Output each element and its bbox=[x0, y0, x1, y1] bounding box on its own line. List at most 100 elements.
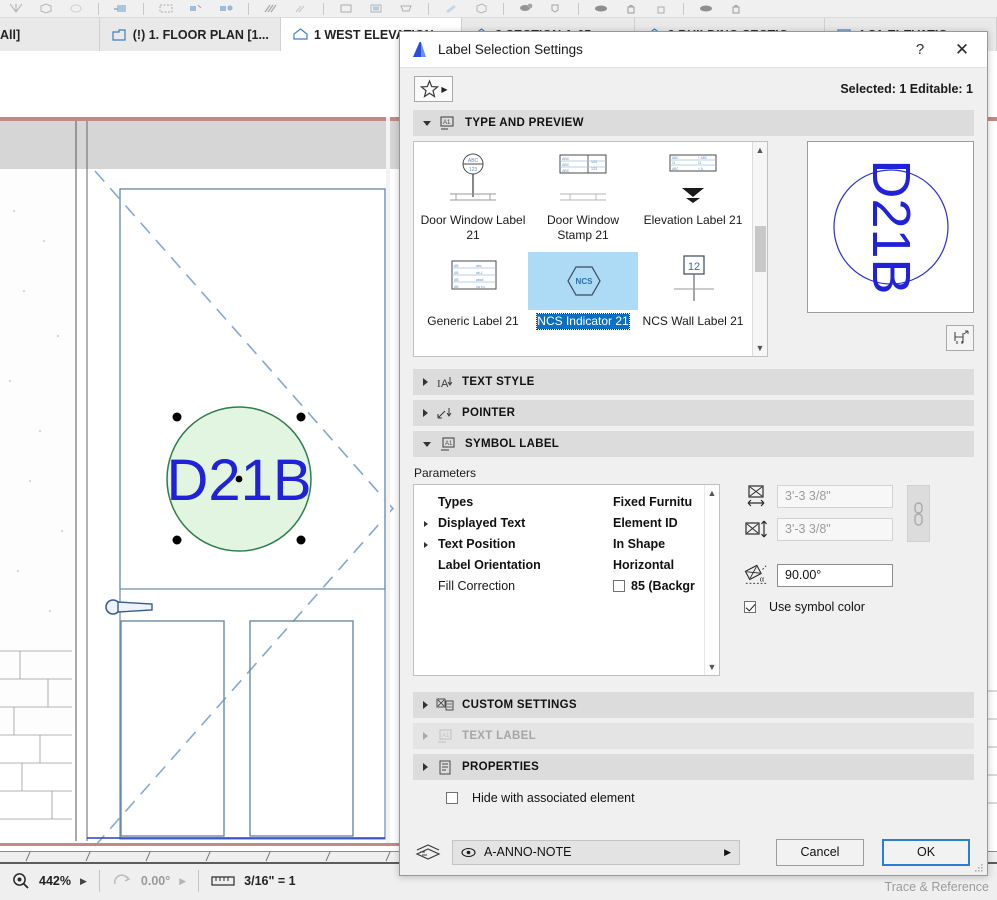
use-symbol-color-checkbox[interactable] bbox=[744, 601, 756, 613]
chevron-right-icon[interactable]: ▶ bbox=[724, 847, 731, 858]
label-type-ncs-wall-label[interactable]: 12 NCS Wall Label 21 bbox=[638, 249, 748, 350]
svg-text:abc: abc bbox=[476, 264, 482, 268]
resize-grip-icon[interactable] bbox=[974, 863, 984, 873]
cube-icon[interactable] bbox=[473, 3, 489, 14]
section-symbol-label[interactable]: A1 SYMBOL LABEL bbox=[413, 431, 974, 457]
marquee-icon[interactable] bbox=[158, 3, 174, 14]
expander-icon[interactable] bbox=[414, 537, 438, 551]
custom-settings-icon bbox=[436, 698, 454, 713]
ncs-wall-label-icon: 12 bbox=[638, 252, 748, 310]
label-type-name: NCS Wall Label 21 bbox=[643, 314, 744, 329]
expander-icon[interactable] bbox=[414, 516, 438, 530]
properties-icon bbox=[436, 760, 454, 775]
svg-text:AB: AB bbox=[454, 271, 459, 275]
symbol-height-input[interactable] bbox=[777, 518, 893, 541]
symbol-width-input[interactable] bbox=[777, 485, 893, 508]
svg-text:+ ABC: + ABC bbox=[698, 156, 708, 160]
parameter-name: Text Position bbox=[438, 537, 613, 551]
label-type-door-window-label[interactable]: ABC 123 Door Window Label 21 bbox=[418, 148, 528, 249]
svg-text:ab-1: ab-1 bbox=[476, 271, 483, 275]
refresh-shield-icon[interactable] bbox=[548, 3, 564, 14]
tab-all[interactable]: All] bbox=[0, 18, 100, 51]
section-pointer[interactable]: POINTER bbox=[413, 400, 974, 426]
label-type-scrollbar[interactable]: ▲ ▼ bbox=[752, 142, 767, 356]
zoom-control[interactable]: 442% ▶ bbox=[0, 866, 99, 896]
parameter-row[interactable]: Types Fixed Furnitu bbox=[414, 491, 704, 512]
unlock-icon[interactable] bbox=[653, 3, 669, 14]
use-symbol-color-row[interactable]: Use symbol color bbox=[744, 600, 974, 614]
section-properties[interactable]: PROPERTIES bbox=[413, 754, 974, 780]
zoom-in-icon[interactable] bbox=[218, 3, 234, 14]
label-type-ncs-indicator[interactable]: NCS NCS Indicator 21 bbox=[528, 249, 638, 350]
lock2-icon[interactable] bbox=[728, 3, 744, 14]
orientation-control[interactable]: 0.00° ▶ bbox=[100, 866, 198, 896]
section-text-style[interactable]: IA TEXT STYLE bbox=[413, 369, 974, 395]
scrollbar-thumb[interactable] bbox=[755, 226, 766, 272]
fill-correction-checkbox[interactable] bbox=[613, 580, 625, 592]
zoom-out-icon[interactable] bbox=[188, 3, 204, 14]
hide-with-element-row[interactable]: Hide with associated element bbox=[446, 791, 987, 805]
svg-text:A1: A1 bbox=[443, 120, 451, 126]
cart-icon[interactable] bbox=[398, 3, 414, 14]
trace-reference-label[interactable]: Trace & Reference bbox=[885, 880, 989, 894]
cancel-button[interactable]: Cancel bbox=[776, 839, 864, 866]
hatch2-icon[interactable] bbox=[293, 3, 309, 14]
layers-panel-icon[interactable] bbox=[113, 3, 129, 14]
section-label: CUSTOM SETTINGS bbox=[462, 699, 577, 711]
section-type-and-preview[interactable]: A1 TYPE AND PREVIEW bbox=[413, 110, 974, 136]
ellipse-icon[interactable] bbox=[68, 3, 84, 14]
ok-button[interactable]: OK bbox=[882, 839, 970, 866]
label-type-list[interactable]: ABC 123 Door Window Label 21 bbox=[413, 141, 768, 357]
door-window-stamp-icon: ABC ABC ABC 123 123 bbox=[528, 151, 638, 209]
label-type-door-window-stamp[interactable]: ABC ABC ABC 123 123 Door Window Stamp 21 bbox=[528, 148, 638, 249]
hatch-icon[interactable] bbox=[263, 3, 279, 14]
dialog-titlebar[interactable]: Label Selection Settings ? ✕ bbox=[400, 32, 987, 68]
archicad-window: All] (!) 1. FLOOR PLAN [1... 1 WEST ELEV… bbox=[0, 0, 997, 899]
orientation-dropdown-arrow[interactable]: ▶ bbox=[179, 876, 186, 887]
parameter-value: Horizontal bbox=[613, 558, 674, 572]
scroll-down-icon[interactable]: ▼ bbox=[708, 662, 717, 672]
oval-icon[interactable] bbox=[593, 3, 609, 14]
oval2-icon[interactable] bbox=[698, 3, 714, 14]
close-button[interactable]: ✕ bbox=[941, 33, 983, 67]
parameter-row[interactable]: Displayed Text Element ID bbox=[414, 512, 704, 533]
label-type-elevation-label[interactable]: ABC 11 ABC + ABC 11 + A Elevation Label … bbox=[638, 148, 748, 249]
symbol-height-icon bbox=[744, 517, 768, 541]
scroll-up-icon[interactable]: ▲ bbox=[756, 145, 765, 155]
parameter-row[interactable]: Fill Correction 85 (Backgr bbox=[414, 575, 704, 596]
parameter-row[interactable]: Label Orientation Horizontal bbox=[414, 554, 704, 575]
symbol-angle-input[interactable] bbox=[777, 564, 893, 587]
help-button[interactable]: ? bbox=[899, 33, 941, 67]
lock-icon[interactable] bbox=[623, 3, 639, 14]
svg-text:NCS: NCS bbox=[576, 277, 594, 286]
scale-ruler-icon bbox=[211, 874, 235, 888]
ncs-indicator-icon: NCS bbox=[528, 252, 638, 310]
section-custom-settings[interactable]: CUSTOM SETTINGS bbox=[413, 692, 974, 718]
elevation-label-icon: ABC 11 ABC + ABC 11 + A bbox=[638, 151, 748, 209]
favorites-button[interactable]: ▶ bbox=[414, 76, 453, 102]
favorites-dropdown-arrow[interactable]: ▶ bbox=[441, 85, 447, 94]
chevron-right-icon bbox=[423, 701, 428, 709]
rotation-angle-icon: α bbox=[744, 563, 768, 587]
snap-icon[interactable] bbox=[8, 3, 24, 14]
pencil-icon[interactable] bbox=[443, 3, 459, 14]
symbol-label-icon: A1 bbox=[439, 437, 457, 452]
box-3d-icon[interactable] bbox=[38, 3, 54, 14]
zoom-dropdown-arrow[interactable]: ▶ bbox=[80, 876, 87, 887]
layer-select[interactable]: A-ANNO-NOTE ▶ bbox=[452, 840, 740, 865]
label-type-generic-label[interactable]: AB AB AB AB abc ab-1 abcd 1a b c Generic… bbox=[418, 249, 528, 350]
parameters-scrollbar[interactable]: ▲ ▼ bbox=[704, 485, 719, 675]
parameters-table[interactable]: Types Fixed Furnitu Displayed Text Eleme… bbox=[413, 484, 720, 676]
scroll-up-icon[interactable]: ▲ bbox=[708, 488, 717, 498]
svg-text:abcd: abcd bbox=[476, 278, 483, 282]
scroll-down-icon[interactable]: ▼ bbox=[756, 343, 765, 353]
panel-icon[interactable] bbox=[368, 3, 384, 14]
tab-floor-plan[interactable]: (!) 1. FLOOR PLAN [1... bbox=[100, 18, 281, 51]
window-icon[interactable] bbox=[338, 3, 354, 14]
view-eye-icon[interactable] bbox=[518, 3, 534, 14]
parameter-row[interactable]: Text Position In Shape bbox=[414, 533, 704, 554]
hide-with-element-checkbox[interactable] bbox=[446, 792, 458, 804]
preview-3d-view-button[interactable] bbox=[946, 325, 974, 351]
link-proportions-button[interactable] bbox=[907, 485, 930, 542]
scale-control[interactable]: 3/16" = 1 bbox=[199, 866, 307, 896]
